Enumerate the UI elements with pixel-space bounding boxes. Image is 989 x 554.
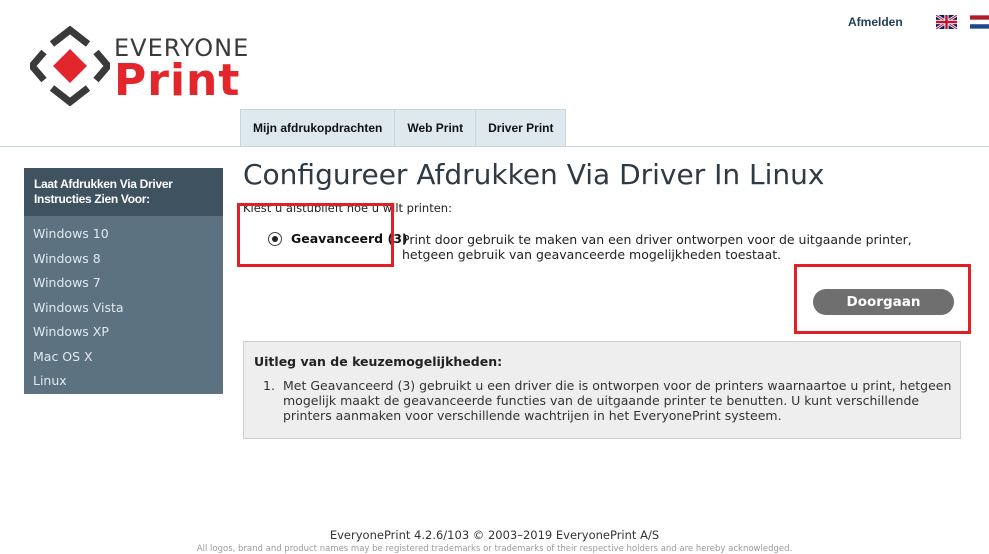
sidebar-heading: Laat Afdrukken Via Driver Instructies Zi… [24,168,223,216]
option-advanced-description: Print door gebruik te maken van een driv… [402,232,912,262]
explanation-item-number: 1. [263,378,275,393]
tab-driver-print[interactable]: Driver Print [476,109,567,146]
explanation-title: Uitleg van de keuzemogelijkheden: [254,354,503,369]
sidebar: Laat Afdrukken Via Driver Instructies Zi… [24,168,223,394]
everyoneprint-logo[interactable]: EVERYONE Print [30,22,250,112]
dutch-flag-icon[interactable] [970,15,989,29]
header: EVERYONE Print Afmelden Mijn afdrukopdra… [0,0,989,147]
tab-my-print-jobs[interactable]: Mijn afdrukopdrachten [240,109,396,146]
highlight-box-continue [794,264,971,334]
page-title: Configureer Afdrukken Via Driver In Linu… [243,158,825,191]
logo-mark-icon [30,26,110,106]
uk-flag-icon[interactable] [936,15,957,29]
logo-text-print: Print [114,55,241,106]
sidebar-item-windows-7[interactable]: Windows 7 [24,271,223,296]
sidebar-item-windows-xp[interactable]: Windows XP [24,320,223,345]
os-list: Windows 10 Windows 8 Windows 7 Windows V… [24,216,223,394]
explanation-item-text: Met Geavanceerd (3) gebruikt u een drive… [283,378,952,423]
sidebar-item-linux[interactable]: Linux [24,369,223,394]
logout-link[interactable]: Afmelden [848,15,903,29]
tab-bar: Mijn afdrukopdrachten Web Print Driver P… [240,109,567,146]
sidebar-item-mac-os-x[interactable]: Mac OS X [24,345,223,370]
tab-web-print[interactable]: Web Print [395,109,477,146]
footer-version: EveryonePrint 4.2.6/103 © 2003–2019 Ever… [329,528,660,542]
sidebar-item-windows-8[interactable]: Windows 8 [24,247,223,272]
highlight-box-option [237,203,394,267]
sidebar-item-windows-10[interactable]: Windows 10 [24,222,223,247]
sidebar-item-windows-vista[interactable]: Windows Vista [24,296,223,321]
explanation-panel: Uitleg van de keuzemogelijkheden: 1. Met… [243,341,961,439]
